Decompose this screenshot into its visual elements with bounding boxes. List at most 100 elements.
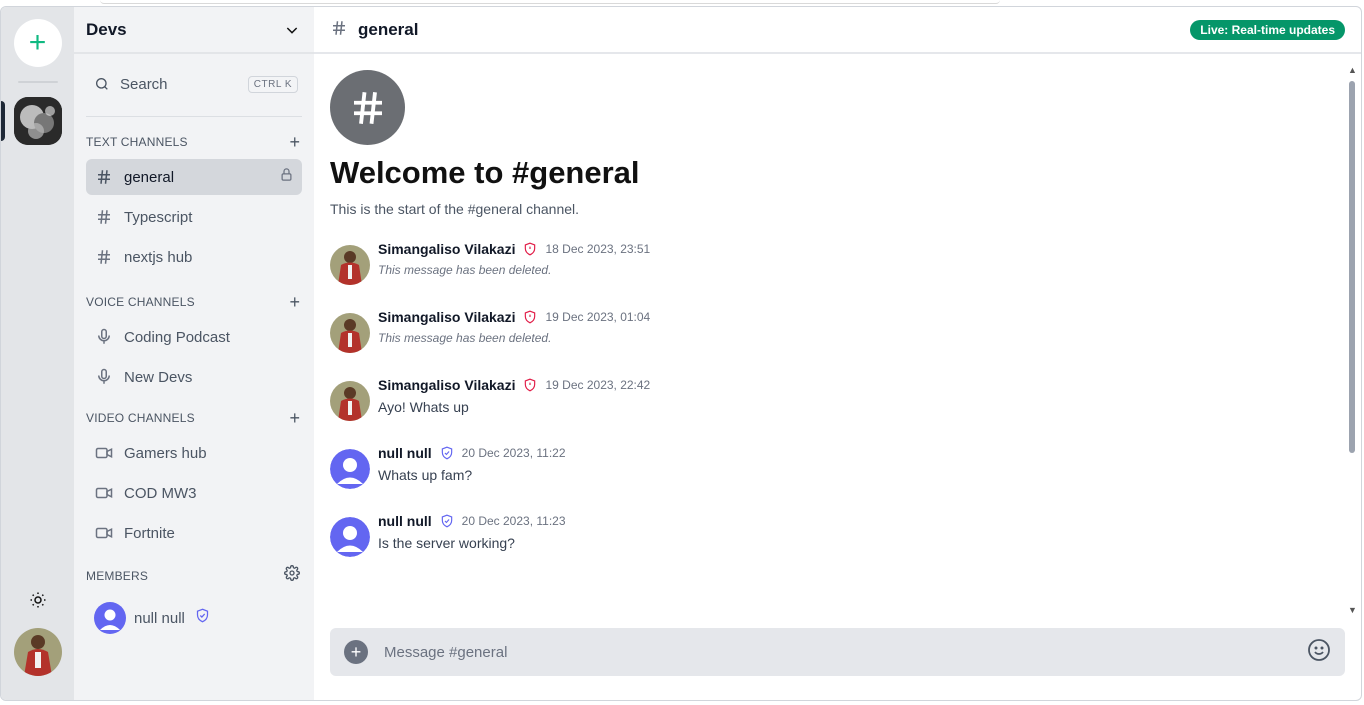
shield-alert-icon bbox=[523, 378, 537, 392]
channel-name: nextjs hub bbox=[124, 248, 193, 266]
message-author[interactable]: null null bbox=[378, 513, 432, 529]
search-icon bbox=[96, 78, 108, 90]
section-title-members: MEMBERS bbox=[86, 568, 149, 583]
message-text: This message has been deleted. bbox=[378, 331, 552, 345]
channel-sidebar: Devs Search CTRL K TEXT CHANNELS + gener… bbox=[74, 7, 314, 700]
video-icon bbox=[94, 443, 114, 463]
add-video-channel-button[interactable]: + bbox=[289, 409, 300, 427]
avatar[interactable] bbox=[330, 381, 370, 421]
hash-icon bbox=[330, 70, 405, 145]
avatar[interactable] bbox=[330, 517, 370, 557]
server-header[interactable]: Devs bbox=[74, 7, 314, 54]
message-timestamp: 18 Dec 2023, 23:51 bbox=[545, 242, 651, 256]
message-header: Simangaliso Vilakazi 19 Dec 2023, 22:42 bbox=[378, 375, 650, 395]
members-header: MEMBERS bbox=[74, 559, 314, 592]
message-item: null null 20 Dec 2023, 11:23 Is the serv… bbox=[330, 511, 1345, 557]
channel-name: general bbox=[124, 168, 175, 186]
message-timestamp: 19 Dec 2023, 22:42 bbox=[545, 378, 651, 392]
rail-divider bbox=[17, 81, 58, 83]
scrollbar-thumb[interactable] bbox=[1349, 81, 1355, 453]
channel-cod-mw3[interactable]: COD MW3 bbox=[86, 475, 302, 511]
message-text: Ayo! Whats up bbox=[378, 399, 469, 415]
message-header: null null 20 Dec 2023, 11:22 bbox=[378, 443, 566, 463]
message-list[interactable]: Welcome to #general This is the start of… bbox=[314, 54, 1361, 614]
channel-title: general bbox=[358, 19, 419, 39]
message-body: null null 20 Dec 2023, 11:22 Whats up fa… bbox=[378, 443, 566, 489]
avatar[interactable] bbox=[330, 313, 370, 353]
avatar bbox=[94, 602, 126, 634]
channel-new-devs[interactable]: New Devs bbox=[86, 359, 302, 395]
avatar[interactable] bbox=[330, 449, 370, 489]
channel-coding-podcast[interactable]: Coding Podcast bbox=[86, 319, 302, 355]
manage-members-button[interactable] bbox=[284, 565, 300, 586]
add-server-button[interactable]: + bbox=[13, 19, 62, 67]
search-label: Search bbox=[120, 75, 168, 93]
scroll-up-icon[interactable]: ▲ bbox=[1348, 65, 1357, 75]
gear-icon bbox=[284, 565, 300, 581]
text-channels-header: TEXT CHANNELS + bbox=[74, 127, 314, 157]
channel-name: Typescript bbox=[124, 208, 193, 226]
hash-icon bbox=[330, 17, 348, 43]
add-text-channel-button[interactable]: + bbox=[289, 133, 300, 151]
server-icon[interactable] bbox=[13, 97, 62, 145]
plus-icon: + bbox=[28, 26, 47, 59]
message-input[interactable] bbox=[384, 643, 1307, 661]
welcome-subtitle: This is the start of the #general channe… bbox=[330, 201, 580, 217]
message-author[interactable]: Simangaliso Vilakazi bbox=[378, 309, 515, 325]
video-channels-header: VIDEO CHANNELS + bbox=[74, 403, 314, 433]
voice-channels-header: VOICE CHANNELS + bbox=[74, 287, 314, 317]
channel-nextjs-hub[interactable]: nextjs hub bbox=[86, 239, 302, 275]
server-item bbox=[1, 97, 74, 145]
message-item: null null 20 Dec 2023, 11:22 Whats up fa… bbox=[330, 443, 1345, 489]
search-button[interactable]: Search CTRL K bbox=[86, 66, 306, 102]
scroll-down-icon[interactable]: ▼ bbox=[1348, 605, 1357, 615]
attach-file-button[interactable]: + bbox=[344, 640, 368, 664]
channel-gamers-hub[interactable]: Gamers hub bbox=[86, 435, 302, 471]
section-title-text: TEXT CHANNELS bbox=[86, 135, 188, 149]
video-icon bbox=[94, 483, 114, 503]
message-composer: + bbox=[330, 628, 1345, 676]
message-author[interactable]: null null bbox=[378, 445, 432, 461]
emoji-picker-button[interactable] bbox=[1307, 638, 1331, 667]
message-timestamp: 20 Dec 2023, 11:23 bbox=[461, 514, 566, 528]
avatar[interactable] bbox=[330, 245, 370, 285]
channel-name: COD MW3 bbox=[124, 484, 197, 502]
rail-bottom bbox=[13, 588, 62, 676]
message-scrollbar[interactable]: ▲ ▼ bbox=[1347, 65, 1357, 615]
message-author[interactable]: Simangaliso Vilakazi bbox=[378, 377, 515, 393]
chevron-down-icon bbox=[286, 26, 298, 34]
server-image-icon bbox=[13, 97, 62, 145]
message-timestamp: 20 Dec 2023, 11:22 bbox=[461, 446, 566, 460]
channel-fortnite[interactable]: Fortnite bbox=[86, 515, 302, 551]
message-item: Simangaliso Vilakazi 19 Dec 2023, 01:04 … bbox=[330, 307, 1345, 353]
search-shortcut: CTRL K bbox=[247, 75, 298, 93]
server-rail: + bbox=[1, 7, 74, 700]
shield-alert-icon bbox=[523, 310, 537, 324]
message-text: Is the server working? bbox=[378, 535, 515, 551]
channel-general[interactable]: general bbox=[86, 159, 302, 195]
channel-name: Fortnite bbox=[124, 524, 175, 542]
message-text: This message has been deleted. bbox=[378, 263, 552, 277]
sidebar-divider bbox=[86, 116, 302, 117]
message-header: null null 20 Dec 2023, 11:23 bbox=[378, 511, 566, 531]
shield-check-icon bbox=[195, 608, 210, 628]
message-item: Simangaliso Vilakazi 18 Dec 2023, 23:51 … bbox=[330, 239, 1345, 285]
add-voice-channel-button[interactable]: + bbox=[289, 293, 300, 311]
channel-typescript[interactable]: Typescript bbox=[86, 199, 302, 235]
section-title-voice: VOICE CHANNELS bbox=[86, 295, 195, 309]
mic-icon bbox=[94, 327, 114, 347]
user-profile-avatar[interactable] bbox=[13, 628, 62, 676]
message-author[interactable]: Simangaliso Vilakazi bbox=[378, 241, 515, 257]
status-badge: Live: Real-time updates bbox=[1190, 19, 1345, 40]
theme-toggle-button[interactable] bbox=[26, 588, 50, 612]
channel-name: New Devs bbox=[124, 368, 193, 386]
message-header: Simangaliso Vilakazi 19 Dec 2023, 01:04 bbox=[378, 307, 650, 327]
welcome-title: Welcome to #general bbox=[330, 155, 640, 190]
message-item: Simangaliso Vilakazi 19 Dec 2023, 22:42 … bbox=[330, 375, 1345, 421]
chat-header: general Live: Real-time updates bbox=[314, 7, 1361, 54]
plus-icon: + bbox=[350, 641, 362, 662]
message-text: Whats up fam? bbox=[378, 467, 473, 483]
app-window: + Devs Search CTRL K TEXT CHANNELS + gen… bbox=[0, 6, 1362, 701]
shield-alert-icon bbox=[523, 242, 537, 256]
member-item[interactable]: null null bbox=[86, 598, 302, 638]
